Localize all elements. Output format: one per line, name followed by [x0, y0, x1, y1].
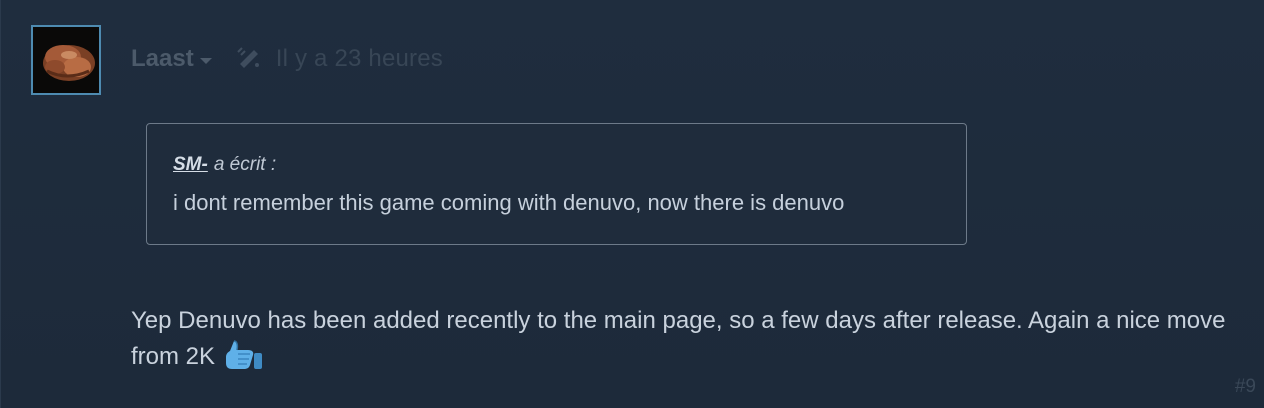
post-body-text: Yep Denuvo has been added recently to th… — [131, 307, 1226, 370]
quote-header: SM-a écrit : — [173, 154, 276, 176]
post-number[interactable]: #9 — [1235, 376, 1256, 398]
author-name[interactable]: Laast — [131, 45, 194, 73]
chevron-down-icon[interactable] — [199, 57, 212, 64]
thumbs-up-icon — [224, 339, 264, 382]
quote-block: SM-a écrit : i dont remember this game c… — [146, 123, 967, 245]
badge-pencil-icon — [236, 46, 262, 73]
quote-author-link[interactable]: SM- — [173, 154, 208, 175]
quote-text: i dont remember this game coming with de… — [173, 190, 845, 215]
post-timestamp: Il y a 23 heures — [275, 45, 444, 72]
avatar[interactable] — [31, 25, 101, 95]
post-header: Laast Il y a 23 heures — [131, 43, 443, 75]
forum-post: Laast Il y a 23 heures SM-a écrit : i do… — [0, 0, 1264, 408]
quote-says-label: a écrit : — [213, 154, 277, 175]
post-body: Yep Denuvo has been added recently to th… — [131, 303, 1241, 382]
avatar-image — [33, 27, 99, 93]
